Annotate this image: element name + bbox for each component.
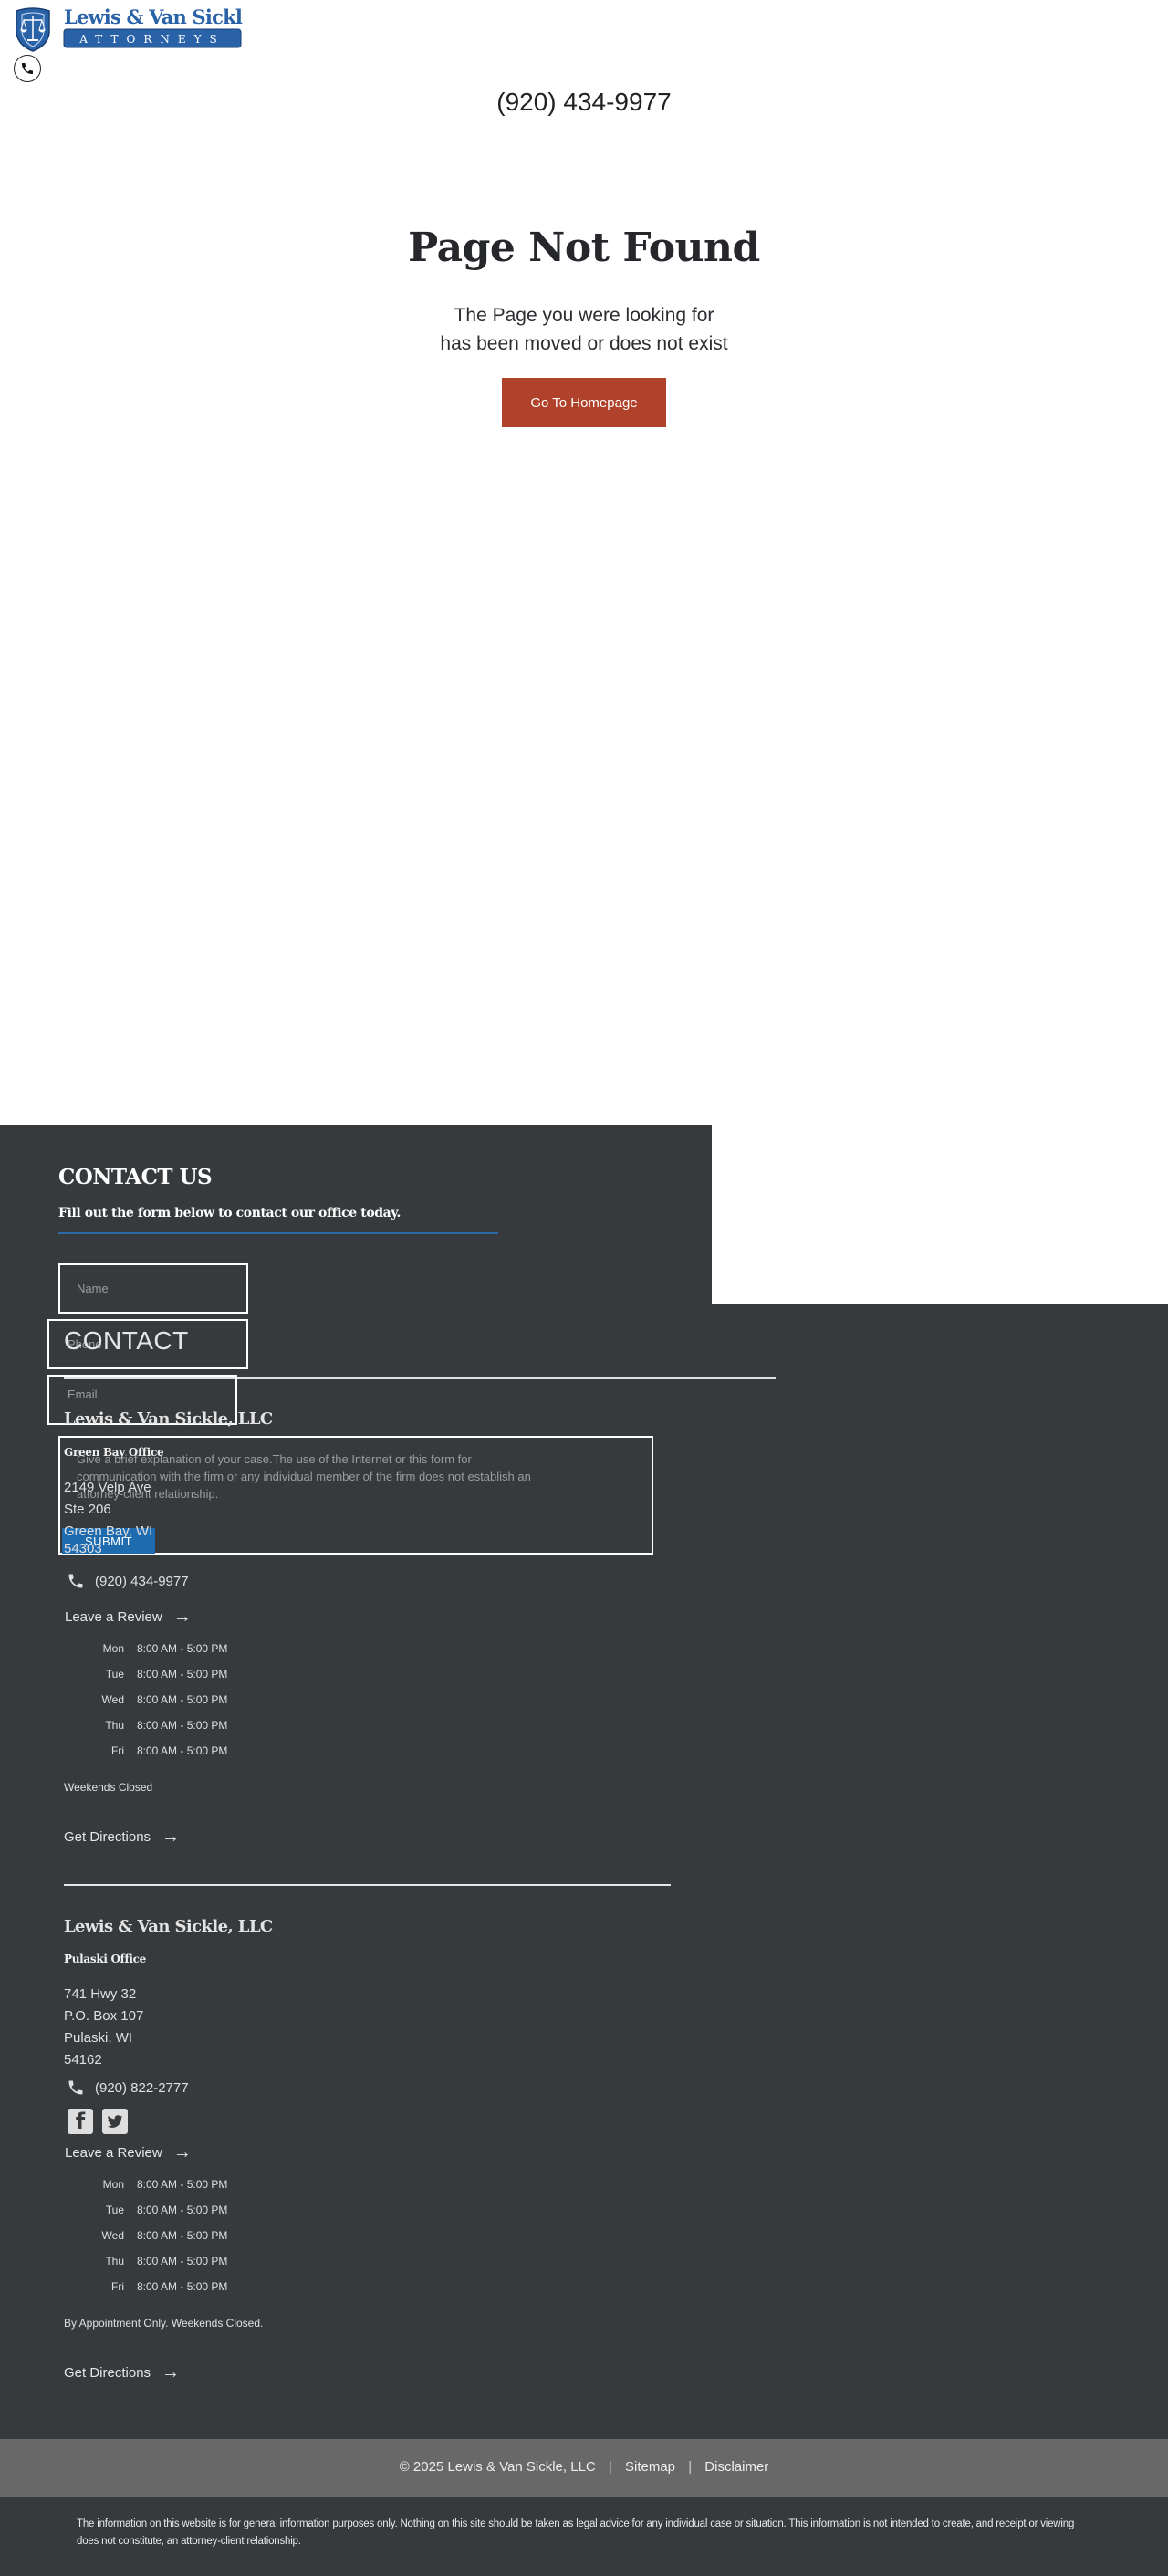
address-line: Ste 206 xyxy=(64,1502,111,1517)
hours-row: Tue 8:00 AM - 5:00 PM xyxy=(64,1661,228,1687)
address-line: P.O. Box 107 xyxy=(64,2008,144,2024)
address-line: Pulaski, WI xyxy=(64,2030,133,2046)
hours-time: 8:00 AM - 5:00 PM xyxy=(137,1642,228,1655)
hours-time: 8:00 AM - 5:00 PM xyxy=(137,2204,228,2216)
get-directions-link[interactable]: Get Directions → xyxy=(64,1827,180,1848)
address-line: 741 Hwy 32 xyxy=(64,1986,137,2002)
office-hours-note: Weekends Closed xyxy=(64,1781,153,1794)
hours-time: 8:00 AM - 5:00 PM xyxy=(137,2255,228,2267)
hours-day: Thu xyxy=(105,2255,124,2267)
address-line: 2149 Velp Ave xyxy=(64,1480,151,1495)
hours-row: Wed 8:00 AM - 5:00 PM xyxy=(64,1687,228,1712)
sitemap-link[interactable]: Sitemap xyxy=(625,2459,675,2475)
email-placeholder: Email xyxy=(68,1387,98,1401)
leave-review-label: Leave a Review xyxy=(65,2145,162,2161)
contact-subtitle: Fill out the form below to contact our o… xyxy=(58,1206,401,1220)
contact-title: CONTACT US xyxy=(58,1165,213,1189)
hours-day: Mon xyxy=(102,1642,124,1655)
hours-time: 8:00 AM - 5:00 PM xyxy=(137,2178,228,2191)
hours-row: Mon 8:00 AM - 5:00 PM xyxy=(64,1636,228,1661)
legal-disclaimer: The information on this website is for g… xyxy=(77,2518,1075,2547)
address-line: 54303 xyxy=(64,1541,102,1556)
arrow-right-icon: → xyxy=(162,1827,181,1847)
logo-name: Lewis & Van Sickle xyxy=(64,5,243,28)
footer-links: © 2025 Lewis & Van Sickle, LLC | Sitemap… xyxy=(0,2459,1168,2475)
hours-row: Thu 8:00 AM - 5:00 PM xyxy=(64,2248,227,2274)
hours-row: Thu 8:00 AM - 5:00 PM xyxy=(64,1712,227,1738)
footer-separator: | xyxy=(688,2459,693,2475)
hours-day: Fri xyxy=(111,1744,124,1757)
arrow-right-icon: → xyxy=(172,2142,192,2162)
site-logo[interactable]: Lewis & Van Sickle ATTORNEYS xyxy=(13,5,255,53)
get-directions-label: Get Directions xyxy=(64,2365,151,2381)
phone-icon xyxy=(64,1572,88,1590)
social-links: f xyxy=(68,2109,128,2134)
hours-day: Tue xyxy=(105,1668,124,1681)
office-name: Pulaski Office xyxy=(64,1953,146,1965)
office-address: 741 Hwy 32 P.O. Box 107 Pulaski, WI 5416… xyxy=(64,1984,143,2071)
name-placeholder: Name xyxy=(77,1282,109,1295)
office-hours: Mon 8:00 AM - 5:00 PM Tue 8:00 AM - 5:00 P… xyxy=(64,2172,228,2299)
facebook-icon[interactable]: f xyxy=(68,2109,93,2134)
hours-time: 8:00 AM - 5:00 PM xyxy=(137,1744,228,1757)
hours-row: Fri 8:00 AM - 5:00 PM xyxy=(64,1738,227,1764)
name-input[interactable]: Name xyxy=(58,1263,248,1314)
address-line: Green Bay, WI xyxy=(64,1524,153,1539)
not-found-message: The Page you were looking for has been m… xyxy=(440,305,728,354)
office-firm-name: Lewis & Van Sickle, LLC xyxy=(64,1917,273,1936)
leave-review-link[interactable]: Leave a Review → xyxy=(65,2142,192,2163)
call-button[interactable] xyxy=(14,55,41,82)
office-phone-link[interactable]: (920) 434-9977 xyxy=(64,1572,189,1590)
office-hours-note: By Appointment Only. Weekends Closed. xyxy=(64,2317,264,2330)
go-to-homepage-button[interactable]: Go To Homepage xyxy=(502,378,666,427)
hours-day: Tue xyxy=(105,2204,124,2216)
hours-day: Wed xyxy=(101,2229,124,2242)
hours-day: Wed xyxy=(101,1693,124,1706)
contact-divider xyxy=(58,1232,498,1234)
hours-day: Thu xyxy=(105,1719,124,1732)
get-directions-link[interactable]: Get Directions → xyxy=(64,2362,180,2383)
leave-review-link[interactable]: Leave a Review → xyxy=(65,1607,192,1628)
page-title: Page Not Found xyxy=(408,225,760,271)
hours-day: Fri xyxy=(111,2280,124,2293)
logo-graphic: Lewis & Van Sickle ATTORNEYS xyxy=(16,5,255,52)
office-name: Green Bay Office xyxy=(64,1446,164,1459)
hours-day: Mon xyxy=(102,2178,124,2191)
hours-row: Wed 8:00 AM - 5:00 PM xyxy=(64,2223,228,2248)
office-address: 2149 Velp Ave Ste 206 Green Bay, WI 5430… xyxy=(64,1477,152,1555)
copyright-text: © 2025 Lewis & Van Sickle, LLC xyxy=(399,2459,596,2475)
hours-time: 8:00 AM - 5:00 PM xyxy=(137,2229,228,2242)
arrow-right-icon: → xyxy=(162,2362,181,2382)
hours-time: 8:00 AM - 5:00 PM xyxy=(137,1693,228,1706)
phone-icon xyxy=(64,2079,88,2097)
arrow-right-icon: → xyxy=(172,1607,192,1627)
hours-row: Mon 8:00 AM - 5:00 PM xyxy=(64,2172,228,2197)
hours-time: 8:00 AM - 5:00 PM xyxy=(137,1668,228,1681)
hours-time: 8:00 AM - 5:00 PM xyxy=(137,2280,228,2293)
office-phone-link[interactable]: (920) 822-2777 xyxy=(64,2079,189,2097)
hours-row: Fri 8:00 AM - 5:00 PM xyxy=(64,2274,227,2299)
hours-time: 8:00 AM - 5:00 PM xyxy=(137,1719,228,1732)
contact-heading: CONTACT xyxy=(64,1326,189,1355)
footer-separator: | xyxy=(608,2459,612,2475)
leave-review-label: Leave a Review xyxy=(65,1609,162,1625)
office-divider xyxy=(64,1884,671,1886)
header-phone-link[interactable]: (920) 434-9977 xyxy=(0,88,1168,117)
office-firm-name: Lewis & Van Sickle, LLC xyxy=(64,1409,273,1429)
disclaimer-link[interactable]: Disclaimer xyxy=(704,2459,768,2475)
office-hours: Mon 8:00 AM - 5:00 PM Tue 8:00 AM - 5:00 P… xyxy=(64,1636,228,1764)
office-phone: (920) 434-9977 xyxy=(95,1573,189,1589)
office-phone: (920) 822-2777 xyxy=(95,2079,189,2096)
logo-tagline: ATTORNEYS xyxy=(78,33,225,46)
get-directions-label: Get Directions xyxy=(64,1829,151,1845)
hours-row: Tue 8:00 AM - 5:00 PM xyxy=(64,2197,228,2223)
address-line: 54162 xyxy=(64,2052,102,2068)
phone-icon xyxy=(22,63,33,74)
twitter-icon[interactable] xyxy=(102,2109,128,2134)
